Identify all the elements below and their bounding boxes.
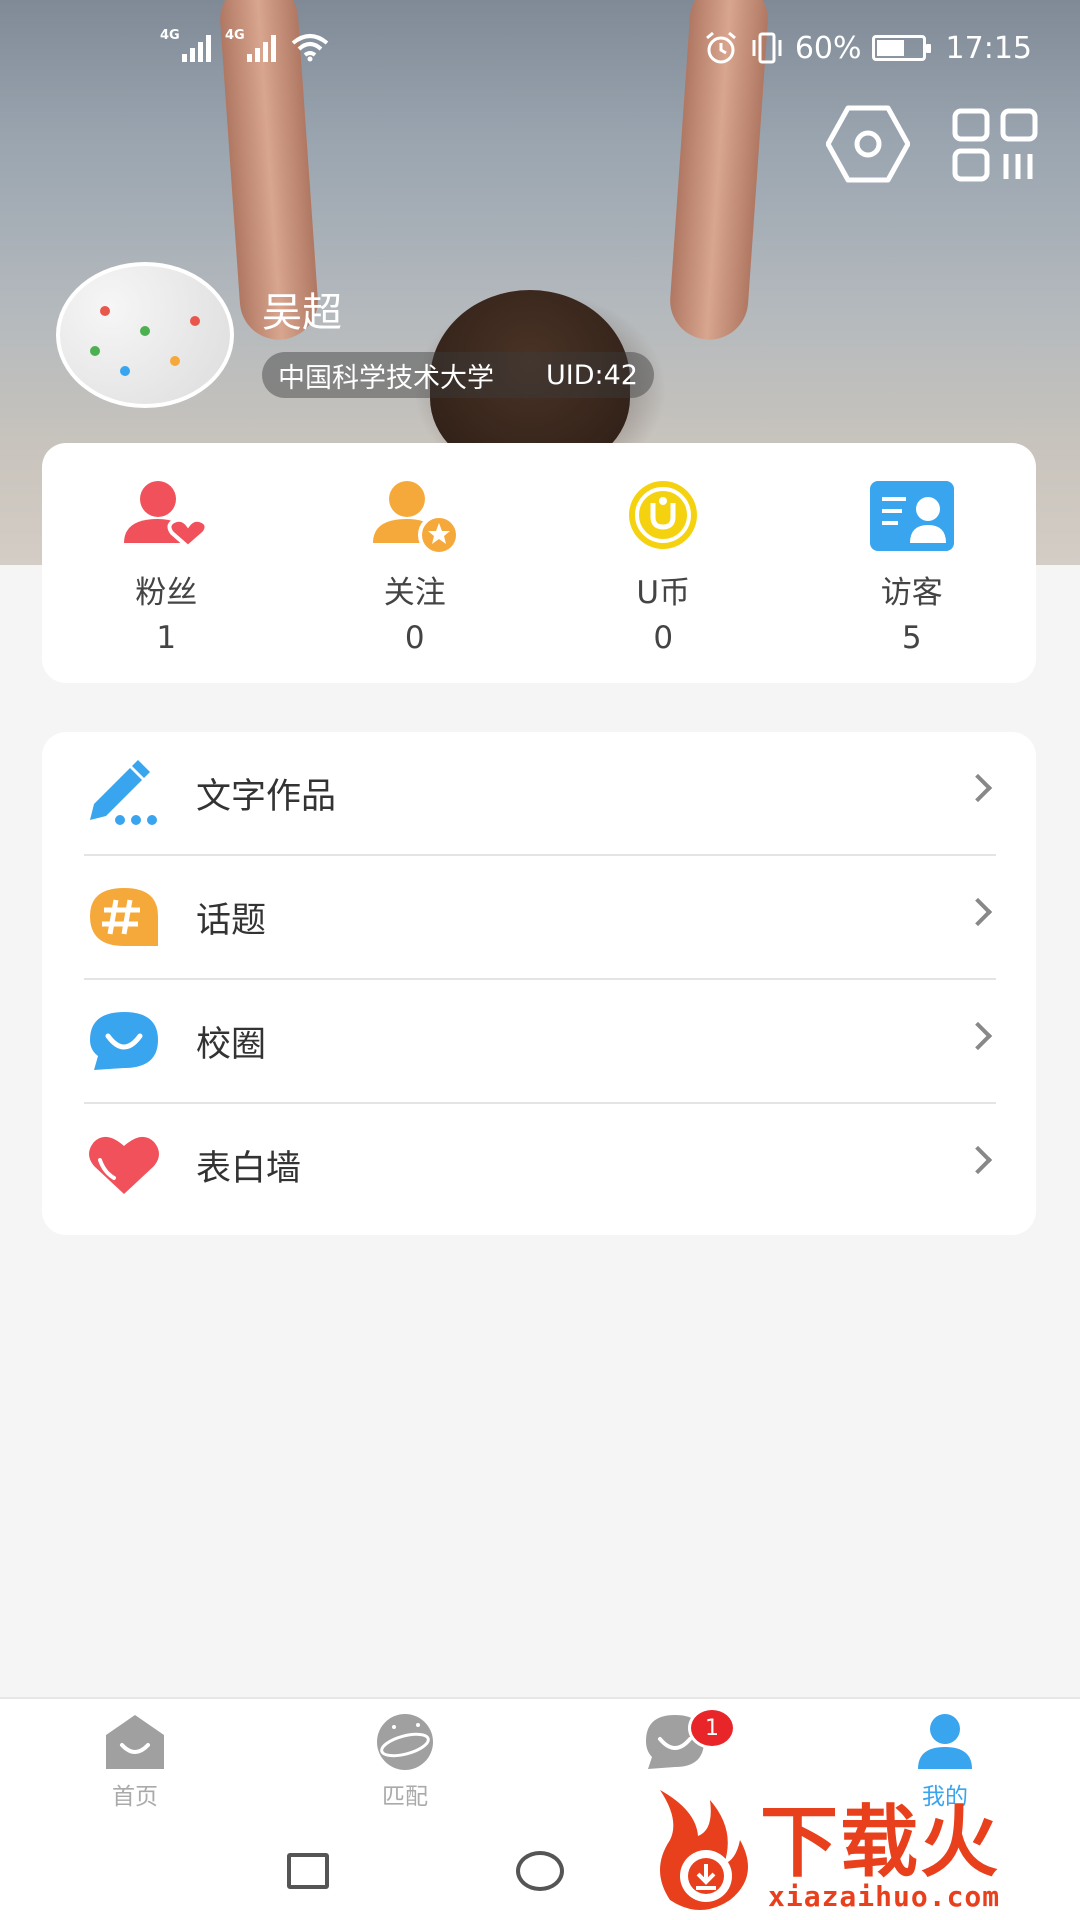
tab-label: 匹配 [382, 1784, 428, 1810]
chevron-right-icon [963, 773, 993, 803]
stat-count: 0 [653, 620, 674, 656]
wifi-icon [291, 34, 329, 62]
stat-ucoin[interactable]: U币 0 [539, 443, 788, 683]
stat-fans[interactable]: 粉丝 1 [42, 443, 291, 683]
battery-icon [871, 35, 931, 61]
battery-percent: 60% [794, 30, 862, 66]
chevron-right-icon [963, 897, 993, 927]
menu-label: 校圈 [196, 1024, 267, 1065]
signal-icon: 4G [160, 28, 211, 62]
tab-match[interactable]: 匹配 [270, 1699, 540, 1817]
stat-visitor[interactable]: 访客 5 [788, 443, 1037, 683]
menu-label: 话题 [196, 900, 267, 941]
fans-heart-icon [124, 481, 209, 550]
menu-item-topics[interactable]: 话题 [42, 856, 1036, 978]
status-bar: 4G 4G 60% 17:15 [0, 28, 1080, 74]
school-uid-pill: 中国科学技术大学 UID:42 [262, 352, 654, 398]
unread-badge: 1 [688, 1707, 736, 1749]
user-name: 吴超 [262, 290, 342, 336]
heart-icon [89, 1136, 159, 1194]
stat-label: 粉丝 [135, 575, 198, 611]
follow-star-icon [372, 481, 460, 555]
menu-item-writings[interactable]: 文字作品 [42, 732, 1036, 854]
flame-logo-icon [660, 1790, 748, 1910]
menu-item-confession-wall[interactable]: 表白墙 [42, 1104, 1036, 1226]
profile-icon [918, 1714, 972, 1769]
stat-label: 关注 [383, 575, 446, 611]
menu-label: 文字作品 [196, 776, 337, 817]
profile-page: 4G 4G 60% 17:15 吴超 中国科学技术大学 UID:42 粉丝 1 … [0, 0, 1080, 1920]
menu-item-campus[interactable]: 校圈 [42, 980, 1036, 1102]
watermark-url: xiazaihuo.com [768, 1880, 1001, 1913]
signal-icon: 4G [225, 28, 276, 62]
settings-icon[interactable] [826, 102, 910, 186]
home-icon [106, 1715, 164, 1769]
planet-icon [377, 1714, 433, 1770]
home-button[interactable] [516, 1851, 564, 1891]
visitor-card-icon [869, 481, 954, 551]
tab-label: 首页 [112, 1784, 158, 1810]
tab-home[interactable]: 首页 [0, 1699, 270, 1817]
school-name: 中国科学技术大学 [278, 362, 494, 394]
smile-bubble-icon [90, 1012, 158, 1070]
clock-time: 17:15 [945, 30, 1032, 66]
avatar[interactable] [56, 262, 234, 408]
watermark-text: 下载火 [760, 1798, 1001, 1888]
chevron-right-icon [963, 1021, 993, 1051]
stat-count: 5 [901, 620, 922, 656]
vibrate-icon [752, 32, 782, 64]
menu-label: 表白墙 [196, 1148, 302, 1189]
hashtag-icon [90, 888, 158, 946]
stat-label: U币 [636, 575, 691, 611]
qr-scan-icon[interactable] [952, 108, 1038, 182]
user-uid: UID:42 [546, 359, 638, 391]
menu-card: 文字作品 话题 校圈 表白墙 [42, 732, 1036, 1235]
chevron-right-icon [963, 1145, 993, 1175]
stats-card: 粉丝 1 关注 0 U币 0 访客 5 [42, 443, 1036, 683]
recent-apps-button[interactable] [287, 1853, 329, 1889]
pencil-icon [90, 760, 157, 825]
stat-follow[interactable]: 关注 0 [291, 443, 540, 683]
stat-label: 访客 [880, 575, 943, 611]
stat-count: 1 [156, 620, 177, 656]
alarm-icon [705, 31, 736, 64]
watermark: 下载火 xiazaihuo.com [640, 1780, 1080, 1920]
u-coin-icon [629, 481, 698, 549]
stat-count: 0 [404, 620, 425, 656]
